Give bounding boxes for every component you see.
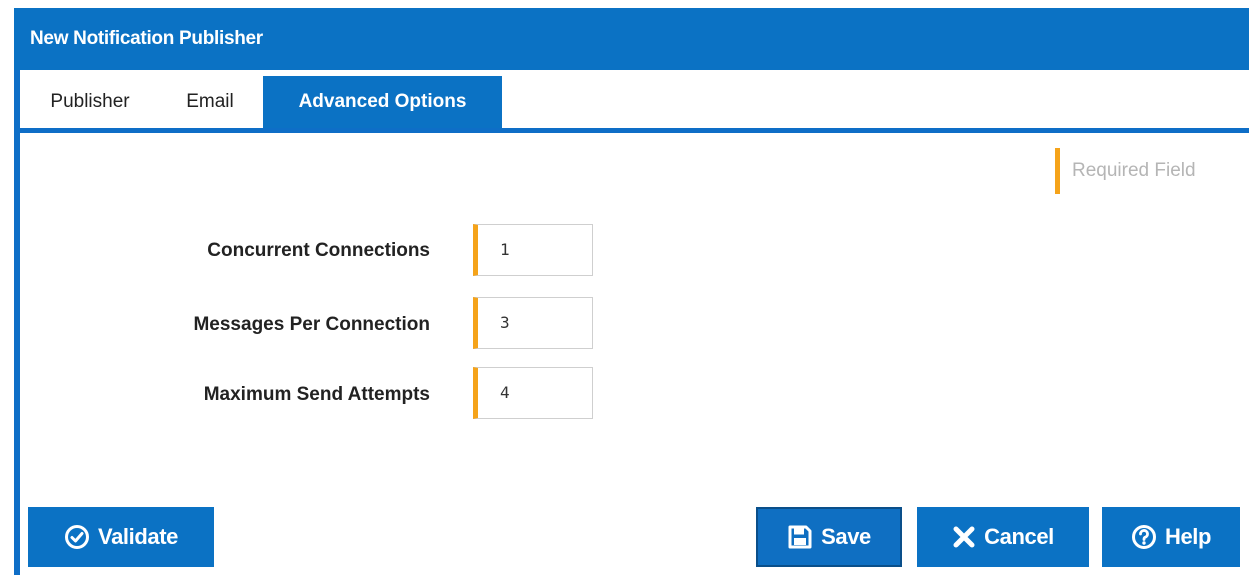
concurrent-connections-input[interactable]: 1 xyxy=(473,224,593,276)
save-button-label: Save xyxy=(821,524,871,549)
tab-bar: Publisher Email Advanced Options xyxy=(20,70,1249,133)
tab-email[interactable]: Email xyxy=(160,76,260,128)
maximum-send-attempts-input[interactable]: 4 xyxy=(473,367,593,419)
maximum-send-attempts-label: Maximum Send Attempts xyxy=(203,384,430,405)
messages-per-connection-label: Messages Per Connection xyxy=(193,314,430,335)
x-icon xyxy=(952,525,976,549)
tab-publisher[interactable]: Publisher xyxy=(20,76,160,128)
question-circle-icon xyxy=(1131,524,1157,550)
notification-publisher-dialog: New Notification Publisher Publisher Ema… xyxy=(14,8,1249,575)
floppy-disk-icon xyxy=(787,524,813,550)
tab-advanced-options[interactable]: Advanced Options xyxy=(263,76,502,128)
messages-per-connection-input[interactable]: 3 xyxy=(473,297,593,349)
cancel-button[interactable]: Cancel xyxy=(917,507,1089,567)
save-button[interactable]: Save xyxy=(756,507,902,567)
validate-button-label: Validate xyxy=(98,524,178,549)
check-circle-icon xyxy=(64,524,90,550)
concurrent-connections-label: Concurrent Connections xyxy=(207,240,430,261)
help-button[interactable]: Help xyxy=(1102,507,1240,567)
cancel-button-label: Cancel xyxy=(984,524,1054,549)
dialog-title: New Notification Publisher xyxy=(14,8,1249,70)
help-button-label: Help xyxy=(1164,524,1212,549)
validate-button[interactable]: Validate xyxy=(28,507,214,567)
required-field-legend: Required Field xyxy=(1055,148,1196,194)
